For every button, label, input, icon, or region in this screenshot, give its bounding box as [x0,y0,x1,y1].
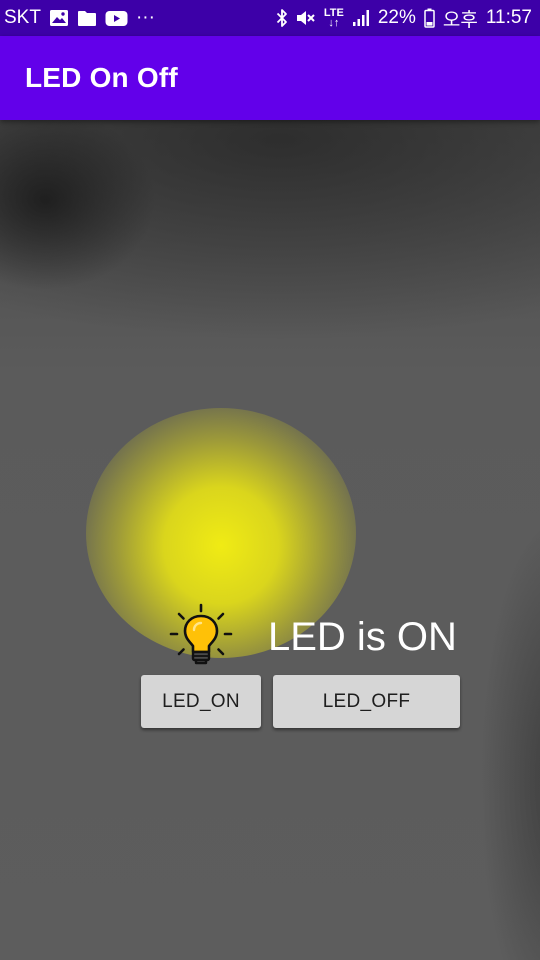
screen: SKT ··· LTE ↓↑ 22% 오후 11:57 LED On Off L… [0,0,540,960]
led-status-text: LED is ON [268,615,457,659]
lightbulb-icon [169,603,233,665]
app-title: LED On Off [25,62,178,93]
status-bar: SKT ··· LTE ↓↑ 22% 오후 11:57 [0,0,540,36]
am-pm-label: 오후 [442,9,478,31]
mute-icon [296,9,316,27]
app-bar: LED On Off [0,36,540,120]
battery-icon [424,8,435,28]
status-right: LTE ↓↑ 22% 오후 11:57 [276,5,532,32]
status-left: SKT ··· [4,7,155,29]
image-icon [49,9,69,27]
signal-icon [352,9,370,27]
youtube-icon [105,10,128,27]
more-notifications: ··· [135,7,155,28]
lte-arrows-icon: ↓↑ [328,17,340,29]
carrier-label: SKT [4,7,41,28]
clock: 11:57 [485,7,532,28]
led-on-button[interactable]: LED_ON [141,675,261,728]
lte-icon: LTE ↓↑ [324,8,344,29]
battery-percent: 22% [377,7,416,28]
bluetooth-icon [276,8,288,28]
folder-icon [77,10,97,27]
led-off-button[interactable]: LED_OFF [273,675,460,728]
